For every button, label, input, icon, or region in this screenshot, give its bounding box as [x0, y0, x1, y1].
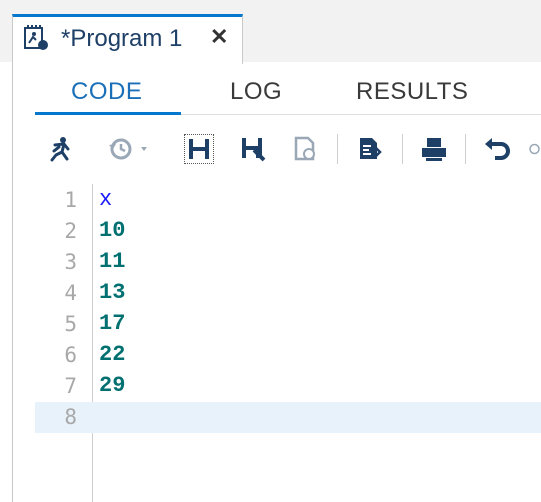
code-text: 17	[99, 311, 126, 336]
line-number: 2	[64, 219, 77, 243]
print-icon[interactable]	[419, 134, 449, 164]
code-line[interactable]: 6 22	[35, 340, 541, 371]
tab-results[interactable]: RESULTS	[356, 78, 468, 106]
code-text: 13	[99, 280, 126, 305]
toolbar-divider	[337, 134, 338, 164]
code-text: 10	[99, 218, 126, 243]
code-text: 29	[99, 373, 126, 398]
export-icon[interactable]	[290, 134, 320, 164]
format-code-icon[interactable]	[355, 134, 385, 164]
code-text: 11	[99, 249, 126, 274]
panel-border	[12, 62, 13, 502]
history-icon[interactable]	[105, 134, 155, 164]
save-as-icon[interactable]	[238, 134, 268, 164]
close-icon[interactable]: ✕	[210, 24, 228, 50]
tab-code[interactable]: CODE	[71, 78, 142, 106]
toolbar-divider	[402, 134, 403, 164]
line-number: 4	[64, 281, 77, 305]
code-line[interactable]: 4 13	[35, 278, 541, 309]
line-number: 5	[64, 312, 77, 336]
toolbar-divider	[465, 134, 466, 164]
code-line[interactable]: 1 x	[35, 185, 541, 216]
run-icon[interactable]	[45, 134, 75, 164]
current-code-line[interactable]: 8	[35, 402, 541, 433]
line-number: 3	[64, 250, 77, 274]
code-text: x	[99, 187, 113, 212]
line-number: 6	[64, 343, 77, 367]
code-line[interactable]: 7 29	[35, 371, 541, 402]
program-file-icon	[23, 25, 49, 51]
active-tab-indicator	[35, 112, 181, 115]
save-icon[interactable]	[184, 134, 214, 164]
code-line[interactable]: 5 17	[35, 309, 541, 340]
redo-icon[interactable]	[528, 134, 541, 164]
line-number: 8	[64, 405, 77, 429]
tab-log[interactable]: LOG	[230, 78, 282, 106]
code-text: 22	[99, 342, 126, 367]
undo-icon[interactable]	[482, 134, 512, 164]
program-tab[interactable]: *Program 1 ✕	[12, 14, 243, 64]
tab-title: *Program 1	[61, 25, 183, 52]
line-number: 7	[64, 374, 77, 398]
code-line[interactable]: 3 11	[35, 247, 541, 278]
code-line[interactable]: 2 10	[35, 216, 541, 247]
line-number: 1	[64, 188, 77, 212]
